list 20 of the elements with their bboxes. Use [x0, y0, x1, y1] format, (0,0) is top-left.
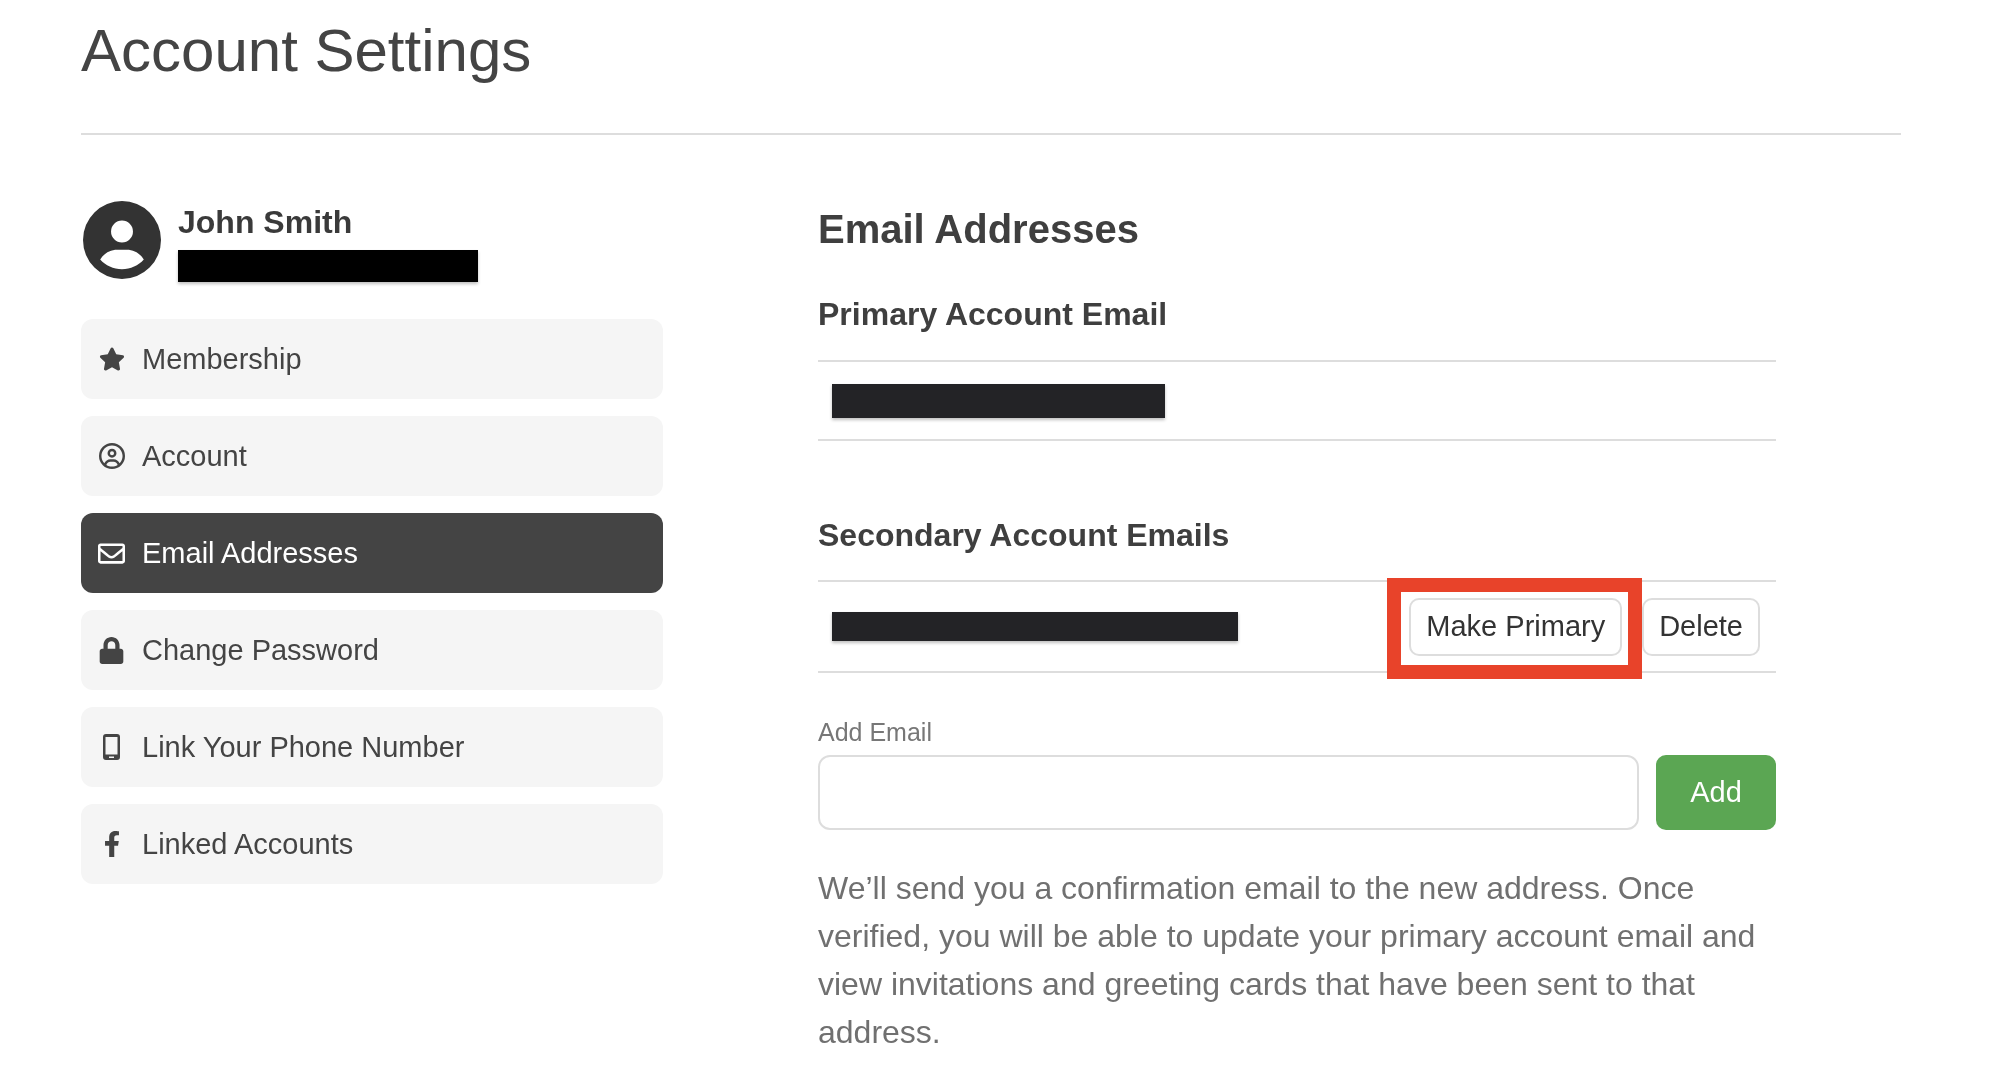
- sidebar-item[interactable]: Link Your Phone Number: [81, 707, 663, 787]
- page-title: Account Settings: [81, 16, 533, 86]
- star-icon: [98, 346, 125, 372]
- delete-button[interactable]: Delete: [1642, 597, 1760, 656]
- section-heading: Primary Account Email: [818, 295, 1169, 333]
- profile-name: John Smith: [178, 203, 354, 241]
- phone-icon: [103, 734, 120, 760]
- section-heading: Secondary Account Emails: [818, 516, 1231, 554]
- section-title: Email Addresses: [818, 206, 1140, 253]
- sidebar-item[interactable]: Linked Accounts: [81, 804, 663, 884]
- make-primary-button[interactable]: Make Primary: [1409, 597, 1623, 656]
- sidebar-item[interactable]: Change Password: [81, 610, 663, 690]
- info-text: We’ll send you a confirmation email to the new address. Once verified, you will be able to update your primary account email and view invitations and greeting cards that have been sent to that address.: [818, 869, 1757, 1052]
- avatar-icon: [83, 201, 161, 279]
- sidebar-item[interactable]: Account: [81, 416, 663, 496]
- email-input[interactable]: [818, 755, 1639, 830]
- field-label: Add Email: [818, 717, 933, 747]
- sidebar-item[interactable]: Membership: [81, 319, 663, 399]
- lock-icon: [98, 636, 125, 664]
- sidebar-item[interactable]: Email Addresses: [81, 513, 663, 593]
